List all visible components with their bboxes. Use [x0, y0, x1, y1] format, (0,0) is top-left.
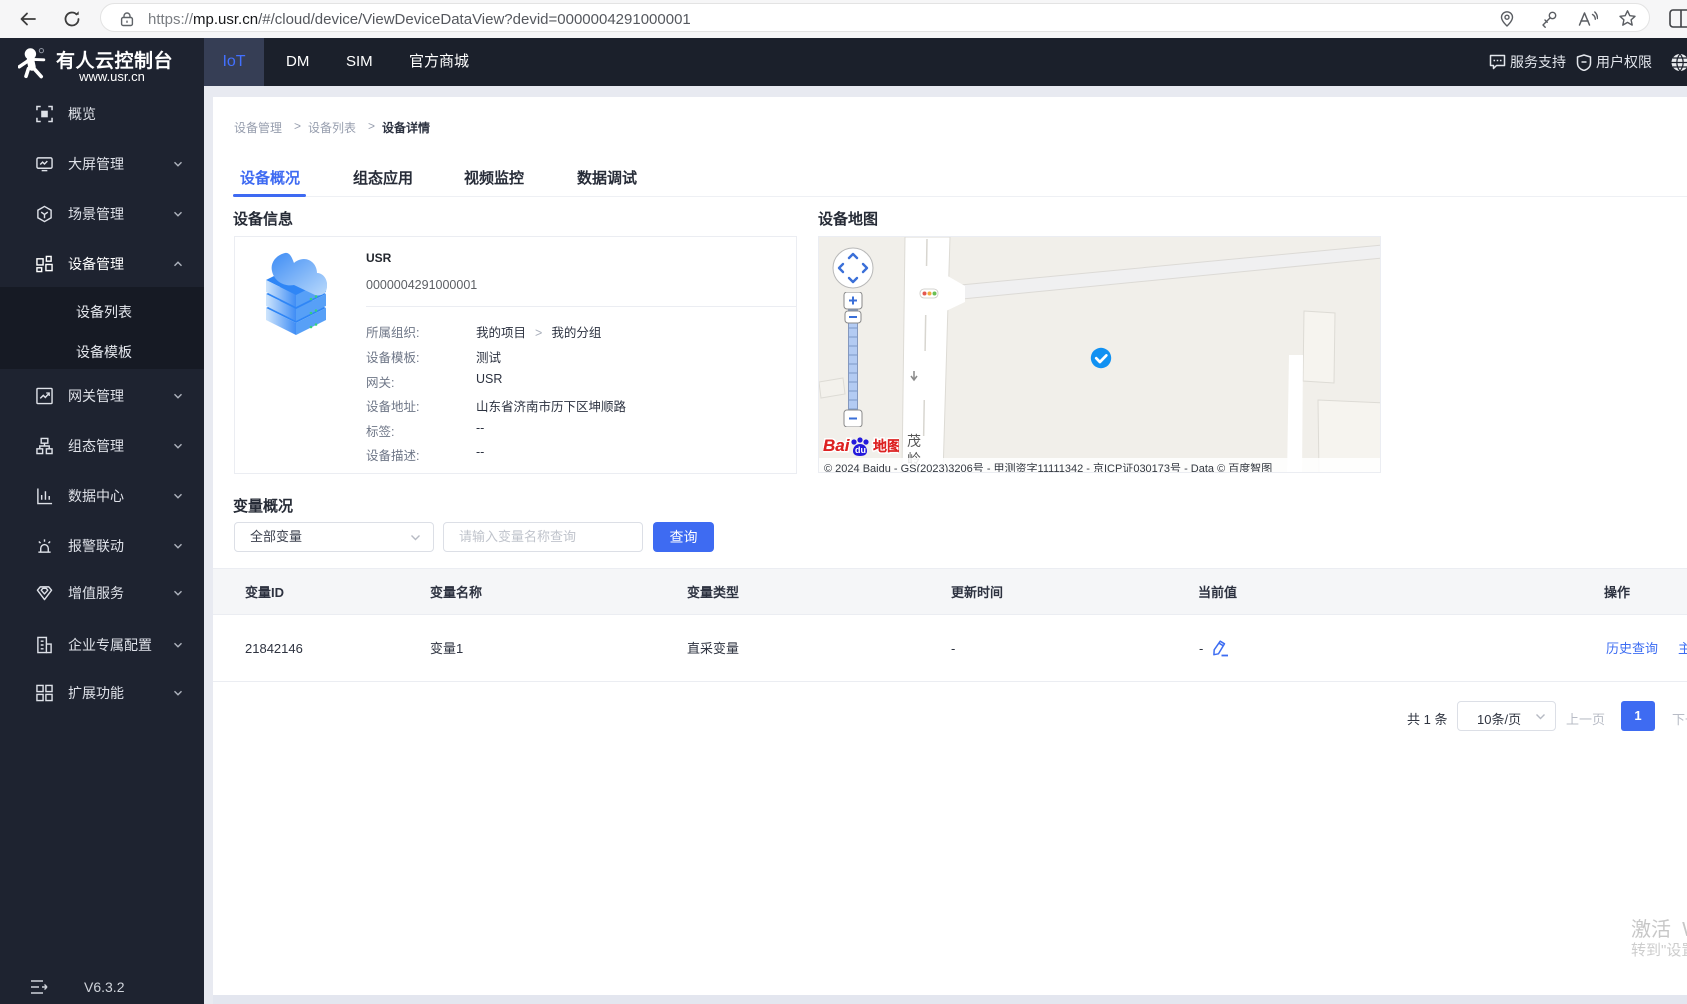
svg-text:Bai: Bai	[823, 436, 851, 455]
svg-text:du: du	[855, 445, 866, 455]
svg-text:茂: 茂	[907, 433, 921, 449]
svg-text:地图: 地图	[873, 438, 899, 454]
